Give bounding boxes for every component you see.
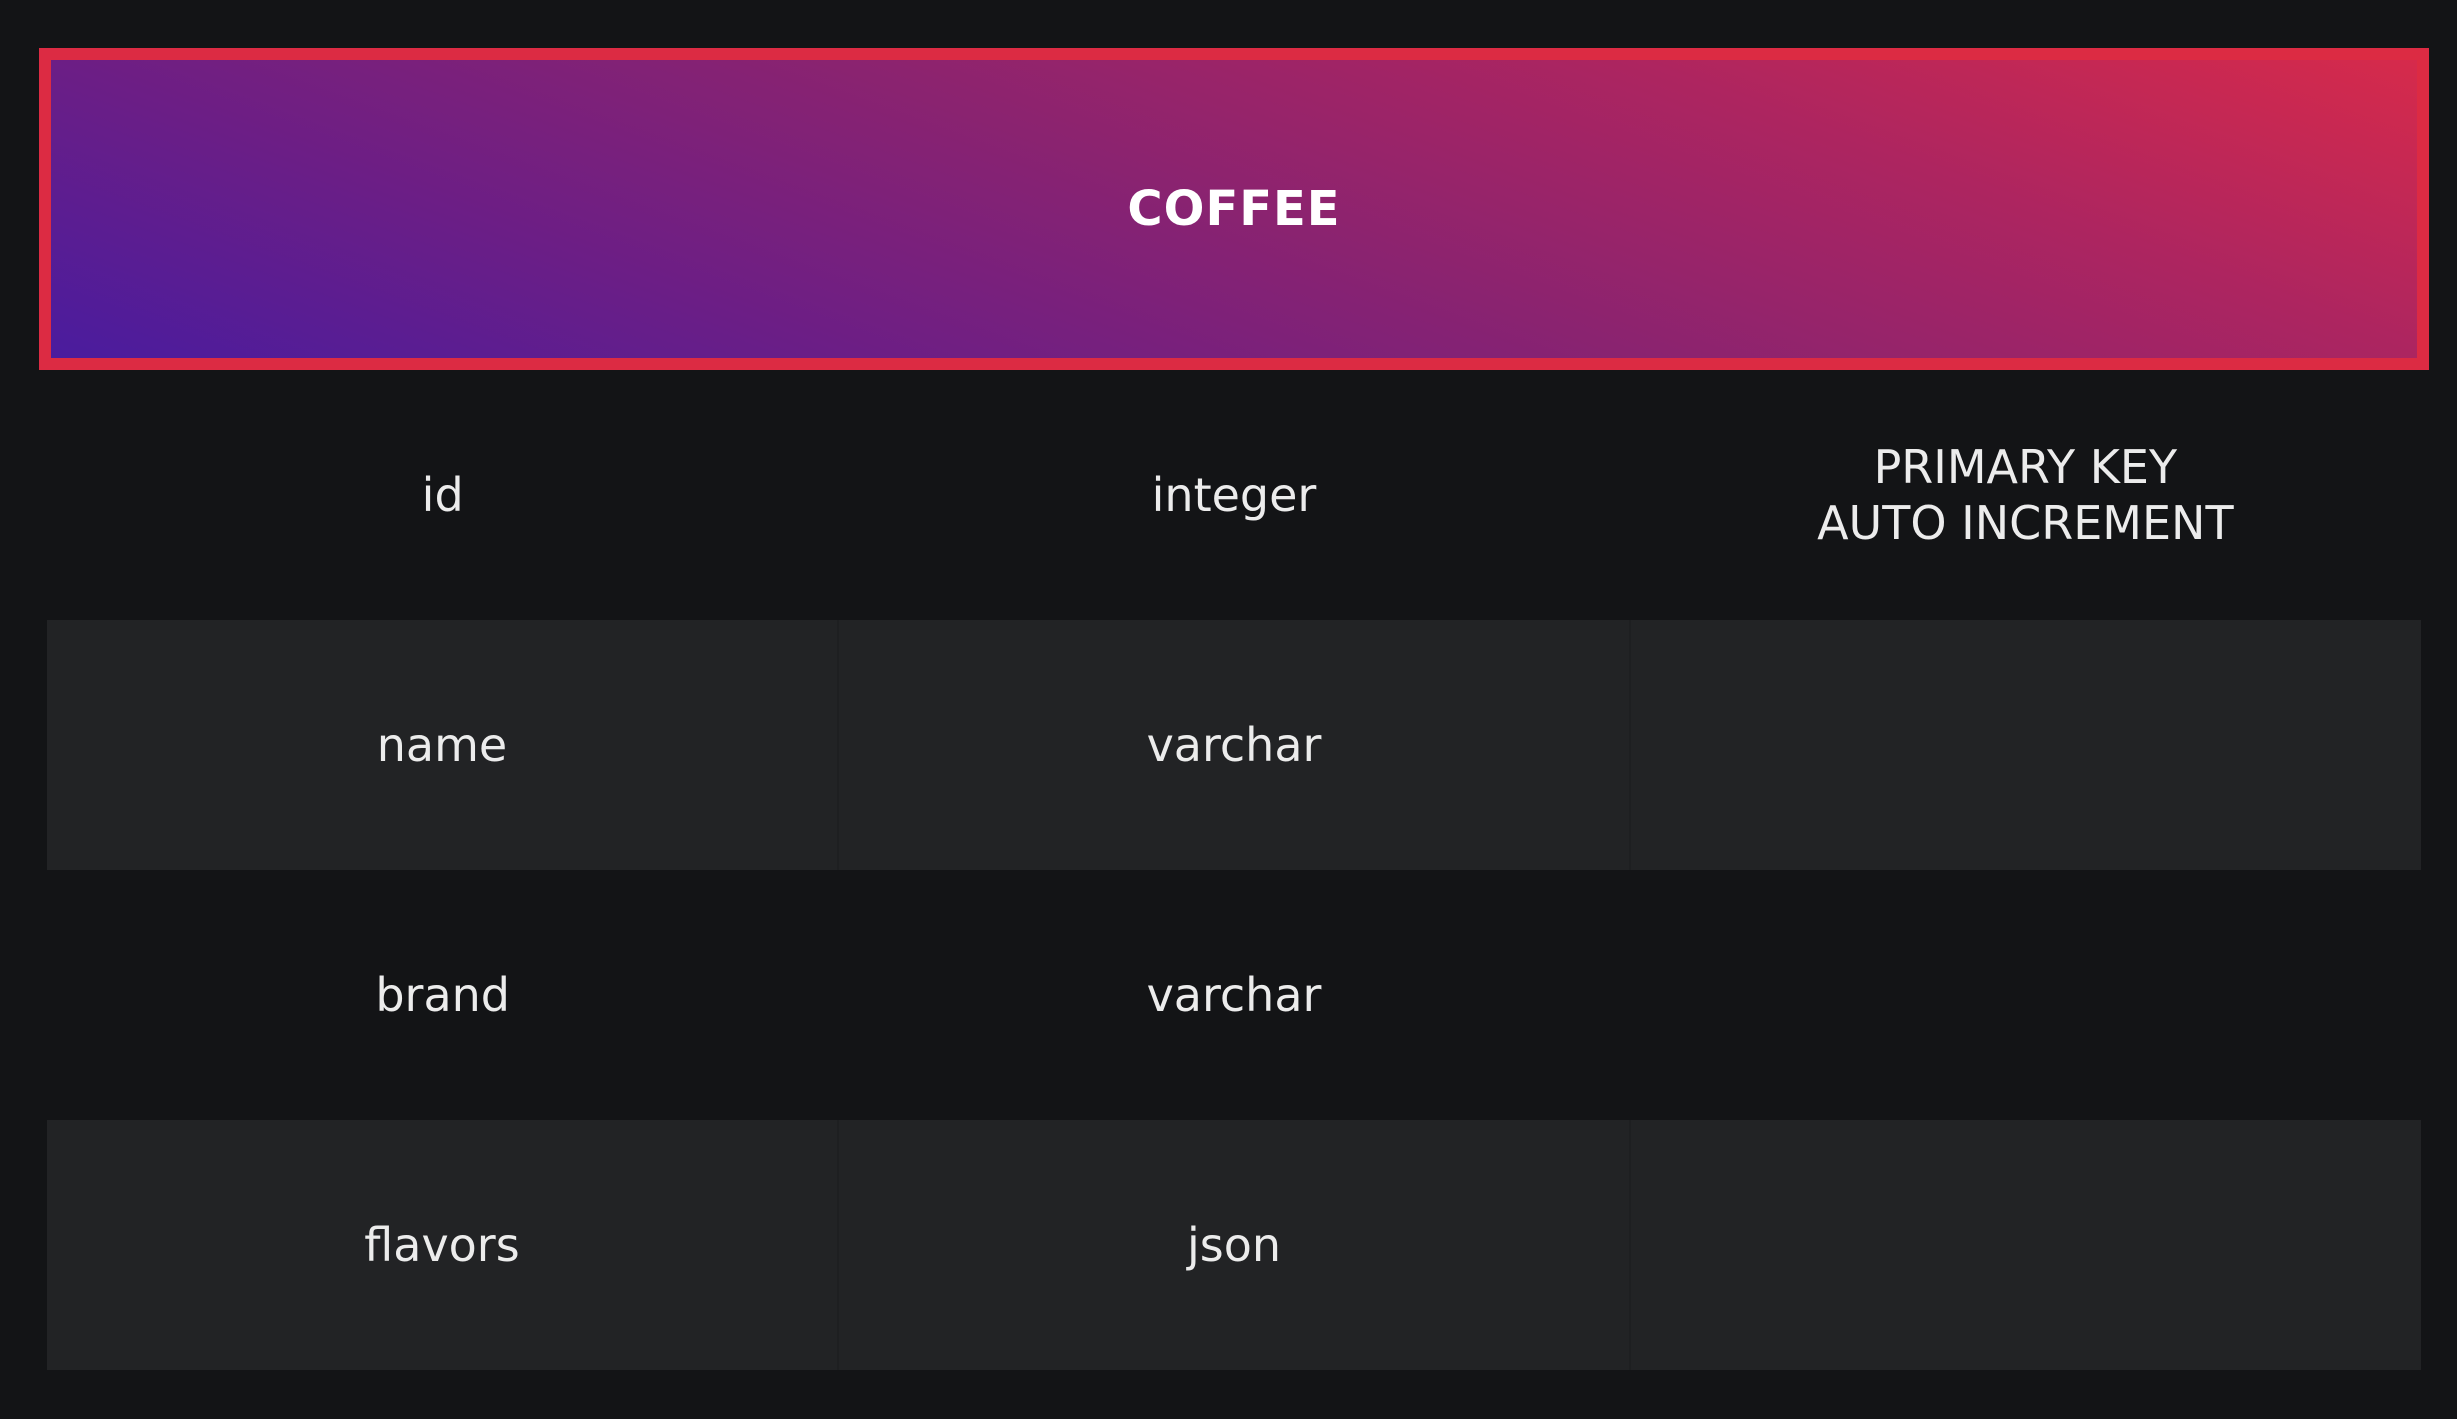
constraint-primary-key: PRIMARY KEY — [1873, 440, 2178, 494]
column-constraints — [1629, 1120, 2421, 1370]
column-row-id: id integer PRIMARY KEY AUTO INCREMENT — [47, 370, 2421, 620]
column-constraints — [1629, 620, 2421, 870]
column-row-flavors: flavors json — [47, 1120, 2421, 1370]
column-name: id — [421, 468, 464, 522]
column-type: varchar — [837, 620, 1629, 870]
column-list: id integer PRIMARY KEY AUTO INCREMENT na… — [47, 370, 2421, 1370]
column-type: json — [837, 1120, 1629, 1370]
column-constraints: PRIMARY KEY AUTO INCREMENT — [1630, 370, 2421, 620]
column-name: name — [47, 620, 837, 870]
table-header: COFFEE — [39, 48, 2429, 370]
column-name: flavors — [47, 1120, 837, 1370]
column-row-brand: brand varchar — [47, 870, 2421, 1120]
column-type: integer — [1151, 468, 1317, 522]
column-row-name: name varchar — [47, 620, 2421, 870]
column-type: varchar — [1146, 968, 1322, 1022]
column-constraints — [1630, 870, 2421, 1120]
column-name: brand — [375, 968, 510, 1022]
table-title: COFFEE — [1127, 181, 1341, 237]
constraint-auto-increment: AUTO INCREMENT — [1817, 496, 2234, 550]
